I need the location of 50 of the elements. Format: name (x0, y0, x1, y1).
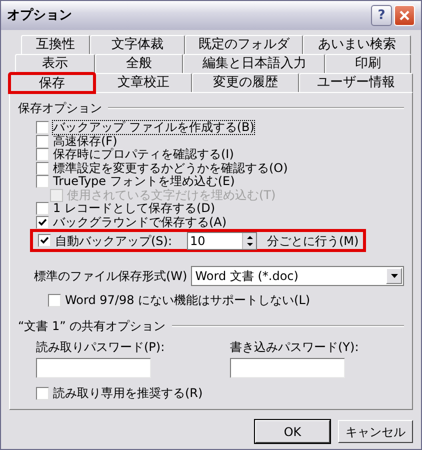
spin-field[interactable]: 10 (187, 232, 257, 250)
tab[interactable]: 印刷 (325, 54, 411, 73)
checkbox[interactable] (38, 234, 51, 247)
group-title: 保存オプション (18, 100, 102, 117)
tab[interactable]: 変更の履歴 (192, 73, 299, 92)
tab[interactable]: あいまい検索 (302, 35, 411, 54)
checkbox-label: 1 レコードとして保存する(D) (53, 202, 216, 216)
checkbox-label: 標準設定を変更するかどうかを確認する(O) (53, 162, 288, 175)
checkbox-label: Word 97/98 にない機能はサポートしない(L) (65, 292, 310, 309)
window-title: オプション (7, 6, 73, 25)
checkbox[interactable] (36, 134, 49, 148)
checkbox-label: 読み取り専用を推奨する(R) (53, 385, 203, 402)
checkbox[interactable] (36, 121, 49, 134)
group-title: “文書 1” の共有オプション (18, 318, 166, 335)
checkbox[interactable] (36, 148, 49, 162)
tab[interactable]: 全般 (94, 54, 184, 73)
tab[interactable]: 保存 (9, 73, 95, 93)
checkbox-label: バックアップ ファイルを作成する(B) (53, 121, 254, 134)
checkbox-label: 保存時にプロパティを確認する(I) (53, 148, 234, 162)
tab[interactable]: 既定のフォルダ (185, 35, 303, 54)
checkbox-label: TrueType フォントを埋め込む(E) (53, 175, 235, 188)
checkbox[interactable] (36, 202, 49, 216)
tab[interactable]: 文章校正 (94, 73, 192, 92)
checkbox[interactable] (48, 294, 61, 306)
spin-arrows-icon[interactable] (242, 232, 256, 248)
spin-suffix: 分ごとに行う(M) (267, 232, 359, 250)
write-password-field[interactable] (230, 358, 345, 378)
checkbox[interactable] (36, 162, 49, 175)
tab[interactable]: 編集と日本語入力 (183, 54, 326, 73)
format-label: 標準のファイル保存形式(W) (34, 268, 188, 285)
checkbox[interactable] (36, 386, 49, 400)
checkbox-label: 自動バックアップ(S): (55, 232, 174, 250)
format-dropdown[interactable]: Word 文書 (*.doc) (191, 266, 404, 286)
tab[interactable]: ユーザー情報 (298, 73, 413, 92)
tab[interactable]: 表示 (15, 54, 95, 73)
checkbox-label: 使用されている文字だけを埋め込む(T) (67, 188, 276, 202)
close-icon (399, 10, 410, 21)
close-button[interactable] (394, 5, 415, 26)
tab[interactable]: 文字体裁 (90, 35, 186, 54)
checkbox[interactable] (36, 175, 49, 188)
tab[interactable]: 互換性 (21, 35, 90, 54)
checkbox-label: バックグラウンドで保存する(A) (53, 216, 227, 229)
help-button[interactable]: ? (371, 5, 392, 26)
ok-button[interactable]: OK (255, 420, 330, 443)
cancel-button[interactable]: キャンセル (338, 420, 413, 443)
checkbox-label: 高速保存(F) (53, 134, 118, 148)
read-password-field[interactable] (36, 358, 151, 378)
read-password-label: 読み取りパスワード(P): (36, 339, 166, 356)
checkbox[interactable] (36, 216, 49, 229)
write-password-label: 書き込みパスワード(Y): (230, 339, 360, 356)
